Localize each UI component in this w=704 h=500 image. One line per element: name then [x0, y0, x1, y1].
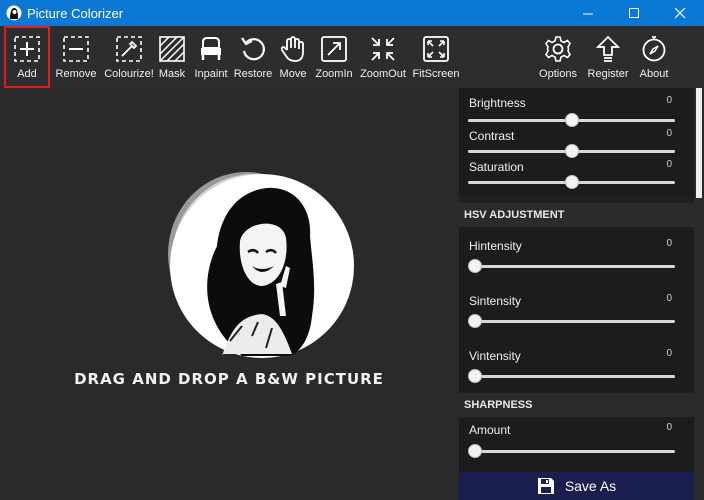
sintensity-row: Sintensity 0 — [459, 293, 694, 334]
about-button[interactable]: About — [634, 26, 674, 88]
hand-icon — [280, 36, 304, 62]
sintensity-value: 0 — [666, 293, 672, 304]
fitscreen-label: FitScreen — [412, 68, 460, 80]
sharpness-header: SHARPNESS — [459, 393, 694, 417]
restore-button[interactable]: Restore — [234, 26, 272, 88]
portrait-placeholder-image — [168, 172, 354, 358]
options-button[interactable]: Options — [536, 26, 580, 88]
register-button[interactable]: Register — [586, 26, 630, 88]
about-label: About — [639, 68, 669, 80]
vintensity-value: 0 — [666, 348, 672, 359]
vintensity-row: Vintensity 0 — [459, 348, 694, 389]
app-icon — [6, 5, 22, 21]
amount-slider[interactable] — [468, 450, 675, 453]
restore-label: Restore — [233, 68, 273, 80]
sintensity-label: Sintensity — [469, 294, 522, 308]
maximize-icon — [628, 7, 639, 18]
amount-row: Amount 0 — [459, 422, 694, 463]
zoomout-button[interactable]: ZoomOut — [358, 26, 408, 88]
contrast-value: 0 — [666, 128, 672, 139]
contrast-row: Contrast 0 — [459, 128, 694, 159]
saturation-slider-thumb[interactable] — [564, 175, 579, 189]
add-icon — [14, 36, 40, 62]
colourize-label: Colourize! — [104, 68, 154, 80]
save-as-button[interactable]: Save As — [459, 472, 694, 500]
hintensity-slider[interactable] — [468, 265, 675, 268]
save-as-label: Save As — [564, 478, 617, 494]
brightness-row: Brightness 0 — [459, 95, 694, 127]
brightness-slider-thumb[interactable] — [564, 113, 579, 127]
minimize-button[interactable] — [565, 0, 611, 26]
panel-scrollbar[interactable] — [694, 88, 704, 500]
vintensity-label: Vintensity — [469, 349, 521, 363]
adjustment-panel: Brightness 0 Contrast 0 Saturation 0 HSV… — [459, 88, 694, 500]
options-label: Options — [539, 68, 577, 80]
brightness-value: 0 — [666, 95, 672, 106]
gear-icon — [545, 36, 571, 62]
toolbar: Add Remove Colourize! Mask Inpaint Resto… — [0, 26, 704, 88]
drop-instruction: DRAG AND DROP A B&W PICTURE — [74, 370, 384, 388]
amount-label: Amount — [469, 423, 511, 437]
hintensity-slider-thumb[interactable] — [468, 259, 482, 273]
mask-label: Mask — [158, 68, 186, 80]
restore-icon — [241, 37, 265, 61]
move-button[interactable]: Move — [276, 26, 310, 88]
zoom-in-icon — [321, 36, 347, 62]
hintensity-label: Hintensity — [469, 239, 522, 253]
fit-screen-icon — [423, 36, 449, 62]
zoomout-label: ZoomOut — [360, 68, 406, 80]
remove-button[interactable]: Remove — [54, 26, 98, 88]
remove-icon — [63, 36, 89, 62]
inpaint-button[interactable]: Inpaint — [192, 26, 230, 88]
eyedropper-icon — [116, 36, 142, 62]
saturation-value: 0 — [666, 159, 672, 170]
contrast-slider-thumb[interactable] — [564, 144, 579, 158]
mask-button[interactable]: Mask — [156, 26, 188, 88]
amount-value: 0 — [666, 422, 672, 433]
title-bar: Picture Colorizer — [0, 0, 704, 26]
move-label: Move — [279, 68, 307, 80]
scrollbar-thumb[interactable] — [696, 88, 702, 198]
close-button[interactable] — [657, 0, 703, 26]
colourize-button[interactable]: Colourize! — [102, 26, 156, 88]
remove-label: Remove — [55, 68, 97, 80]
drop-area[interactable]: DRAG AND DROP A B&W PICTURE — [2, 88, 456, 500]
minimize-icon — [582, 13, 593, 14]
add-label: Add — [17, 68, 37, 80]
brightness-label: Brightness — [469, 96, 526, 110]
floppy-disk-icon — [537, 478, 554, 494]
zoomin-label: ZoomIn — [315, 68, 353, 80]
vintensity-slider-thumb[interactable] — [468, 369, 482, 383]
inpaint-label: Inpaint — [194, 68, 228, 80]
sintensity-slider[interactable] — [468, 320, 675, 323]
saturation-row: Saturation 0 — [459, 159, 694, 190]
maximize-button[interactable] — [611, 0, 657, 26]
sintensity-slider-thumb[interactable] — [468, 314, 482, 328]
contrast-label: Contrast — [469, 129, 515, 143]
hintensity-value: 0 — [666, 238, 672, 249]
basic-adjustments: Brightness 0 Contrast 0 Saturation 0 — [459, 88, 694, 196]
sharpness-adjustments: Amount 0 — [459, 417, 694, 472]
saturation-label: Saturation — [469, 160, 524, 174]
register-label: Register — [587, 68, 629, 80]
upload-arrow-icon — [595, 35, 621, 62]
zoomin-button[interactable]: ZoomIn — [312, 26, 356, 88]
zoom-out-icon — [371, 37, 395, 61]
hintensity-row: Hintensity 0 — [459, 238, 694, 279]
amount-slider-thumb[interactable] — [468, 444, 482, 458]
vintensity-slider[interactable] — [468, 375, 675, 378]
chair-icon — [201, 37, 221, 60]
compass-icon — [642, 36, 666, 62]
hsv-adjustment-header: HSV ADJUSTMENT — [459, 203, 694, 227]
hsv-adjustments: Hintensity 0 Sintensity 0 Vintensity 0 — [459, 227, 694, 392]
window-title: Picture Colorizer — [27, 6, 124, 21]
add-button[interactable]: Add — [4, 26, 50, 88]
mask-icon — [159, 36, 185, 62]
fitscreen-button[interactable]: FitScreen — [412, 26, 460, 88]
close-icon — [674, 7, 685, 18]
